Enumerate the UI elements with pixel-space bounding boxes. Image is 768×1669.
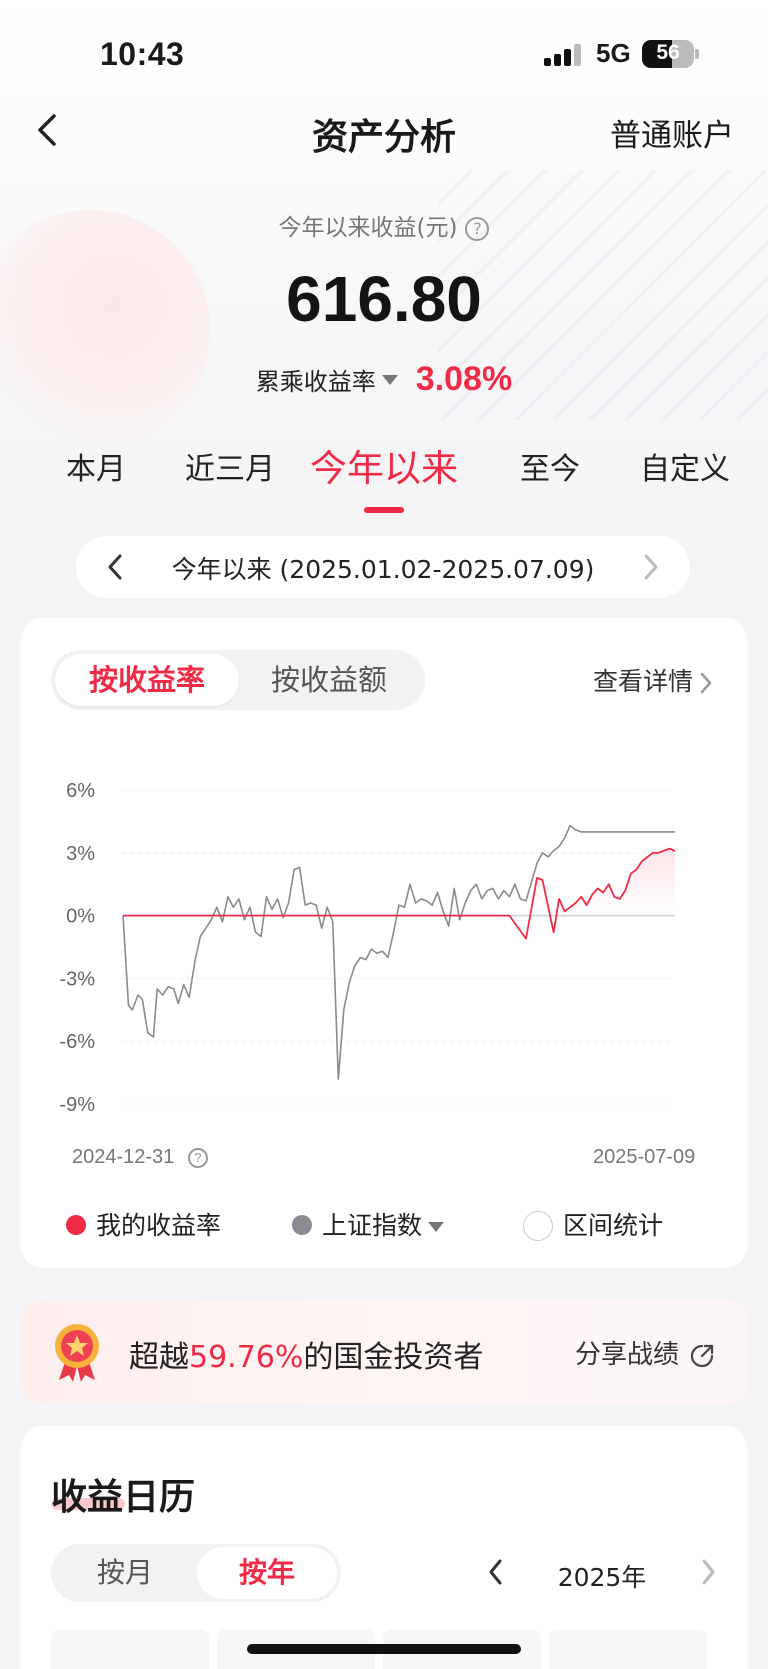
y-tick-label: 0% <box>66 906 95 928</box>
battery-level: 56 <box>656 41 680 64</box>
status-bar: 10:43 5G 56 <box>0 0 768 110</box>
my-return-series-line <box>123 847 676 940</box>
rate-row: 累乘收益率 3.08% <box>0 360 768 399</box>
calendar-title: 收益日历 <box>51 1468 195 1520</box>
chart-legend: 我的收益率 上证指数 区间统计 <box>0 1200 768 1244</box>
mode-rate-button[interactable]: 按收益率 <box>55 654 239 706</box>
home-indicator <box>247 1644 521 1654</box>
legend-dot <box>66 1215 86 1235</box>
help-icon[interactable]: ? <box>465 216 490 241</box>
view-details-link[interactable]: 查看详情 <box>593 662 713 698</box>
rate-value: 3.08% <box>415 360 513 398</box>
account-switch-button[interactable]: 普通账户 <box>610 110 734 155</box>
tab-this-month[interactable]: 本月 <box>66 444 126 488</box>
tab-since-inception[interactable]: 至今 <box>520 444 580 488</box>
rank-percent: 59.76% <box>189 1340 304 1375</box>
legend-my-return[interactable]: 我的收益率 <box>66 1206 221 1242</box>
y-tick-label: -3% <box>59 968 95 990</box>
network-type: 5G <box>596 38 631 68</box>
calendar-mode-year[interactable]: 按年 <box>197 1547 337 1599</box>
caret-down-icon[interactable] <box>381 374 398 385</box>
calendar-mode-toggle: 按月 按年 <box>51 1544 341 1602</box>
share-icon <box>690 1344 714 1367</box>
calendar-title-highlight: 收益 <box>51 1477 124 1518</box>
chart-start-date-text: 2024-12-31 <box>72 1146 175 1168</box>
y-tick-label: 6% <box>66 780 95 802</box>
share-label: 分享战绩 <box>574 1340 679 1370</box>
chevron-right-icon[interactable] <box>699 1558 717 1586</box>
active-tab-indicator <box>364 507 404 513</box>
rank-suffix: 的国金投资者 <box>303 1340 484 1375</box>
rank-prefix: 超越 <box>129 1340 189 1375</box>
radio-circle-icon[interactable] <box>523 1211 553 1241</box>
profit-label-text: 今年以来收益(元) <box>278 215 458 241</box>
legend-interval-label: 区间统计 <box>563 1211 664 1240</box>
help-icon[interactable]: ? <box>187 1147 208 1168</box>
y-tick-label: -6% <box>59 1031 95 1053</box>
y-tick-label: -9% <box>59 1094 95 1116</box>
legend-interval-stats[interactable]: 区间统计 <box>523 1206 663 1242</box>
chart-mode-toggle: 按收益率 按收益额 <box>51 650 425 710</box>
share-results-button[interactable]: 分享战绩 <box>575 1334 715 1371</box>
year-navigator: 2025年 <box>487 1554 717 1594</box>
profit-label: 今年以来收益(元)? <box>0 208 768 242</box>
calendar-title-rest: 日历 <box>123 1477 196 1518</box>
year-label: 2025年 <box>557 1563 647 1592</box>
medal-icon <box>55 1324 99 1382</box>
caret-down-icon[interactable] <box>428 1222 445 1232</box>
y-tick-label: 3% <box>66 843 95 865</box>
legend-my-return-label: 我的收益率 <box>96 1211 222 1240</box>
view-details-label: 查看详情 <box>592 667 693 696</box>
chart-card: 按收益率 按收益额 查看详情 6% 3% 0% -3% -6% -9% <box>21 618 747 1268</box>
legend-benchmark-label: 上证指数 <box>322 1211 423 1240</box>
calendar-cell[interactable] <box>51 1630 209 1669</box>
period-tabs: 本月 近三月 今年以来 至今 自定义 <box>0 438 768 498</box>
legend-benchmark[interactable]: 上证指数 <box>292 1206 445 1242</box>
chevron-right-icon[interactable] <box>640 553 660 581</box>
rank-text: 超越59.76%的国金投资者 <box>129 1332 483 1376</box>
date-range-selector: 今年以来 (2025.01.02-2025.07.09) <box>76 536 690 598</box>
battery-icon: 56 <box>642 40 694 68</box>
date-range-text: 今年以来 (2025.01.02-2025.07.09) <box>171 555 595 584</box>
rate-type-selector[interactable]: 累乘收益率 <box>256 368 376 396</box>
rank-banner[interactable]: 超越59.76%的国金投资者 分享战绩 <box>21 1300 747 1404</box>
tab-year-to-date[interactable]: 今年以来 <box>310 438 458 492</box>
mode-amount-button[interactable]: 按收益额 <box>237 654 421 706</box>
nav-bar: 资产分析 普通账户 <box>0 100 768 170</box>
profit-calendar-card: 收益日历 按月 按年 2025年 <box>21 1426 747 1669</box>
chart-start-date: 2024-12-31 ? <box>72 1146 208 1169</box>
profit-value: 616.80 <box>286 263 482 335</box>
chart-end-date: 2025-07-09 <box>593 1146 696 1168</box>
tab-custom[interactable]: 自定义 <box>640 444 730 488</box>
legend-dot <box>292 1215 312 1235</box>
calendar-mode-month[interactable]: 按月 <box>55 1547 195 1599</box>
chevron-right-icon <box>700 672 712 694</box>
calendar-cell[interactable] <box>549 1630 707 1669</box>
signal-icon <box>544 44 584 66</box>
tab-three-months[interactable]: 近三月 <box>185 444 275 488</box>
status-time: 10:43 <box>100 36 185 72</box>
